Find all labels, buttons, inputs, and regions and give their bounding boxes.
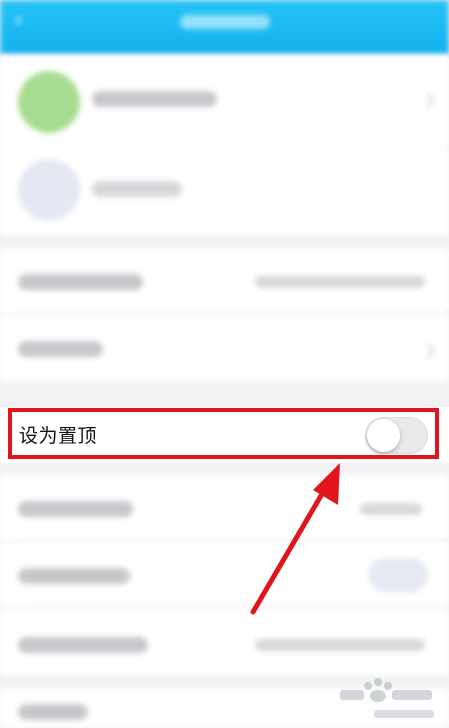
arrow-annotation-icon (250, 463, 340, 615)
watermark-logo-icon (340, 678, 434, 718)
